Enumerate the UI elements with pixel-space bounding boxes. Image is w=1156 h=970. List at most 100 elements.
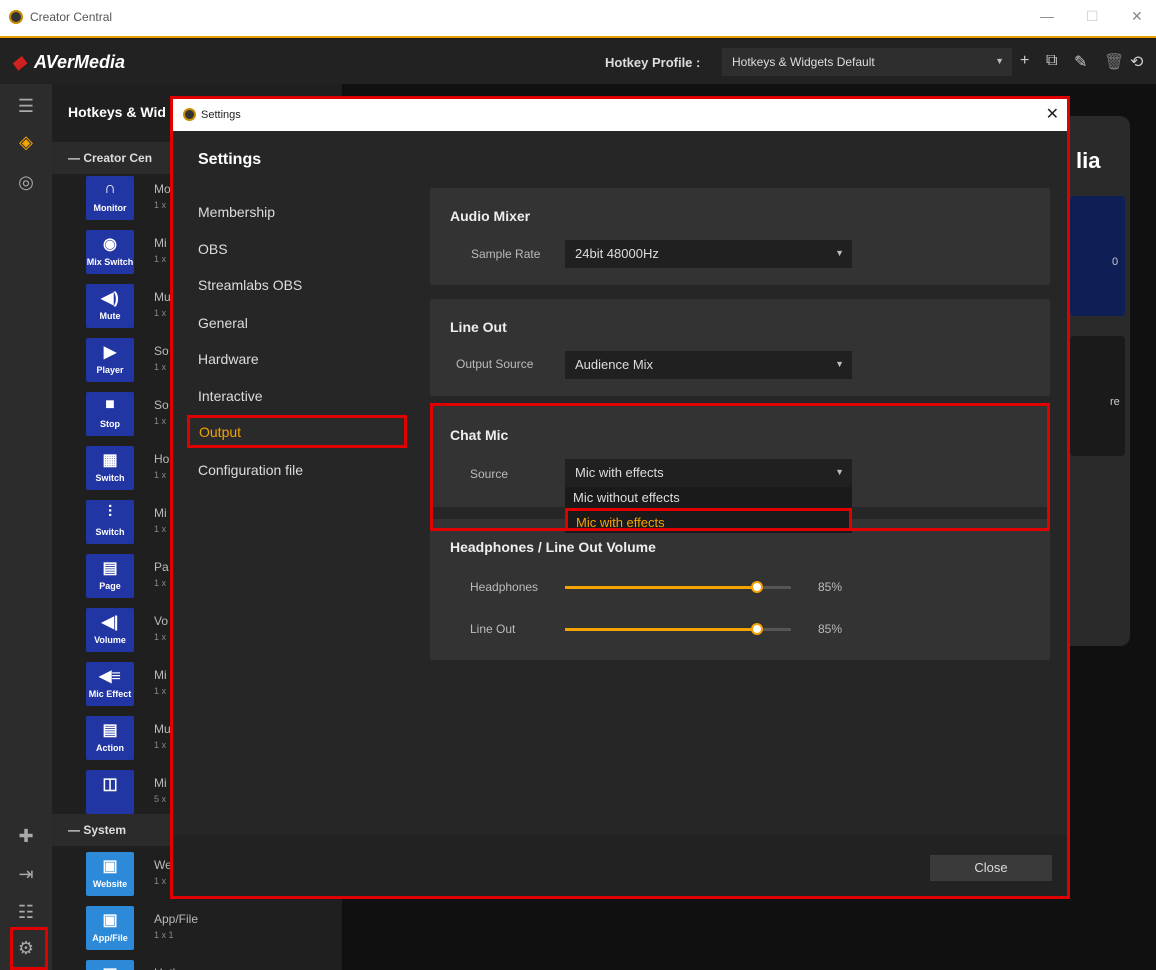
widget-tile-icon[interactable]: ■ Stop [86,392,134,436]
widget-tile-label: Volume [94,635,126,645]
widget-tile-icon[interactable]: ◀| Volume [86,608,134,652]
volume-title: Headphones / Line Out Volume [450,539,656,555]
widget-size: 5 x [154,794,167,804]
widget-item[interactable]: ▣ Hotkey [86,960,336,970]
widget-size: 1 x [154,416,167,426]
minimize-button[interactable]: — [1040,8,1054,24]
nav-configuration-file[interactable]: Configuration file [198,462,303,478]
menu-icon[interactable]: ☰ [14,94,38,118]
headphones-label: Headphones [470,580,539,594]
widget-tile-label: Stop [100,419,120,429]
line-out-slider-knob[interactable] [751,623,764,635]
sample-rate-label: Sample Rate [471,247,541,261]
widget-tile-label: Monitor [93,203,127,213]
widget-name: So [154,398,169,412]
volume-card: Headphones / Line Out Volume Headphones … [430,519,1050,660]
sample-rate-value: 24bit 48000Hz [575,246,659,261]
widget-name: Mi [154,236,167,250]
settings-highlight [10,927,48,970]
widget-tile-icon[interactable]: ▣ App/File [86,906,134,950]
widget-size: 1 x [154,308,167,318]
widget-name: Mi [154,668,167,682]
settings-heading: Settings [198,151,262,168]
widget-glyph-icon: ◫ [102,776,118,793]
settings-dialog: Settings ✕ Settings Membership OBS Strea… [170,96,1070,899]
widget-tile-icon[interactable]: ▤ Action [86,716,134,760]
widget-tile-icon[interactable]: ◀) Mute [86,284,134,328]
chevron-down-icon: ▼ [835,248,844,258]
widget-tile-icon[interactable]: ▶ Player [86,338,134,382]
window-title: Creator Central [30,10,113,24]
chevron-down-icon: ▼ [835,359,844,369]
widget-tile-icon[interactable]: ▦ Switch [86,446,134,490]
widget-item[interactable]: ▣ App/File App/File 1 x 1 [86,906,336,950]
plugins-icon[interactable]: ✚ [14,824,38,848]
widget-glyph-icon: ■ [105,396,115,413]
widget-tile-label: Mix Switch [86,257,134,267]
widget-tile-icon[interactable]: ◀≡ Mic Effect [86,662,134,706]
widget-tile-label: Mic Effect [88,689,132,699]
widget-name: Ho [154,452,170,466]
nav-membership[interactable]: Membership [198,204,275,220]
avermedia-logo: ◆ AVerMedia [12,52,126,73]
widget-tile-icon[interactable]: ◫ [86,770,134,814]
panel-title: Hotkeys & Wid [68,104,166,120]
sample-rate-select[interactable]: 24bit 48000Hz ▼ [565,240,852,268]
line-out-card: Line Out Output Source Audience Mix ▼ [430,299,1050,396]
hotkeys-widgets-icon[interactable]: ◈ [14,130,38,154]
device-icon[interactable]: ◎ [14,170,38,194]
line-out-percent: 85% [818,622,843,636]
widget-tile-label: Mute [99,311,121,321]
widget-glyph-icon: ▤ [102,560,118,577]
widget-tile-icon[interactable]: ◉ Mix Switch [86,230,134,274]
line-out-volume-label: Line Out [470,622,516,636]
widget-glyph-icon: ▤ [102,722,118,739]
settings-window-title: Settings [201,109,241,121]
widget-tile-label: Page [99,581,121,591]
nav-hardware[interactable]: Hardware [198,351,259,367]
nav-interactive[interactable]: Interactive [198,388,263,404]
edit-icon[interactable]: ✎ [1074,52,1087,72]
widget-tile-label: Player [96,365,124,375]
hotkey-profile-select[interactable]: Hotkeys & Widgets Default ▼ [722,48,1012,76]
add-icon[interactable]: + [1020,52,1029,70]
widget-glyph-icon: ⫶ [107,504,112,521]
duplicate-icon[interactable]: ⧉ [1046,52,1057,70]
widget-size: 1 x [154,254,167,264]
output-source-select[interactable]: Audience Mix ▼ [565,351,852,379]
widget-tile-label: Website [92,879,128,889]
reset-icon[interactable]: ⟲ [1130,52,1143,72]
device-brand-text: lia [1076,148,1101,173]
settings-app-icon [183,108,196,121]
app-icon [9,10,23,24]
widget-tile-icon[interactable]: ▣ Website [86,852,134,896]
delete-icon[interactable]: 🗑 [1104,52,1124,72]
widget-glyph-icon: ▦ [102,452,118,469]
widget-tile-icon[interactable]: ▤ Page [86,554,134,598]
nav-output[interactable]: Output [187,415,407,448]
widget-name: Hotkey [154,966,191,970]
import-icon[interactable]: ⇥ [14,862,38,886]
widget-glyph-icon: ◀) [101,290,119,307]
nav-obs[interactable]: OBS [198,241,228,257]
app-header: ◆ AVerMedia Hotkey Profile : Hotkeys & W… [0,40,1156,84]
window-titlebar: Creator Central — ☐ ✕ [0,0,1156,38]
close-button[interactable]: Close [930,855,1052,881]
nav-streamlabs-obs[interactable]: Streamlabs OBS [198,277,302,293]
widget-tile-icon[interactable]: ∩ Monitor [86,176,134,220]
mixer-icon[interactable]: ☷ [14,900,38,924]
widget-size: 1 x [154,632,167,642]
widget-tile-icon[interactable]: ⫶ Switch [86,500,134,544]
line-out-slider-fill [565,628,758,631]
widget-size: 1 x [154,362,167,372]
widget-name: Mu [154,290,171,304]
close-icon[interactable]: ✕ [1046,104,1059,124]
chevron-down-icon: ▼ [995,56,1004,66]
headphones-slider-knob[interactable] [751,581,764,593]
nav-general[interactable]: General [198,315,248,331]
widget-glyph-icon: ◀| [101,614,119,631]
logo-text: AVerMedia [34,52,126,72]
widget-tile-icon[interactable]: ▣ [86,960,134,970]
maximize-button[interactable]: ☐ [1086,8,1099,25]
close-window-button[interactable]: ✕ [1131,8,1143,25]
